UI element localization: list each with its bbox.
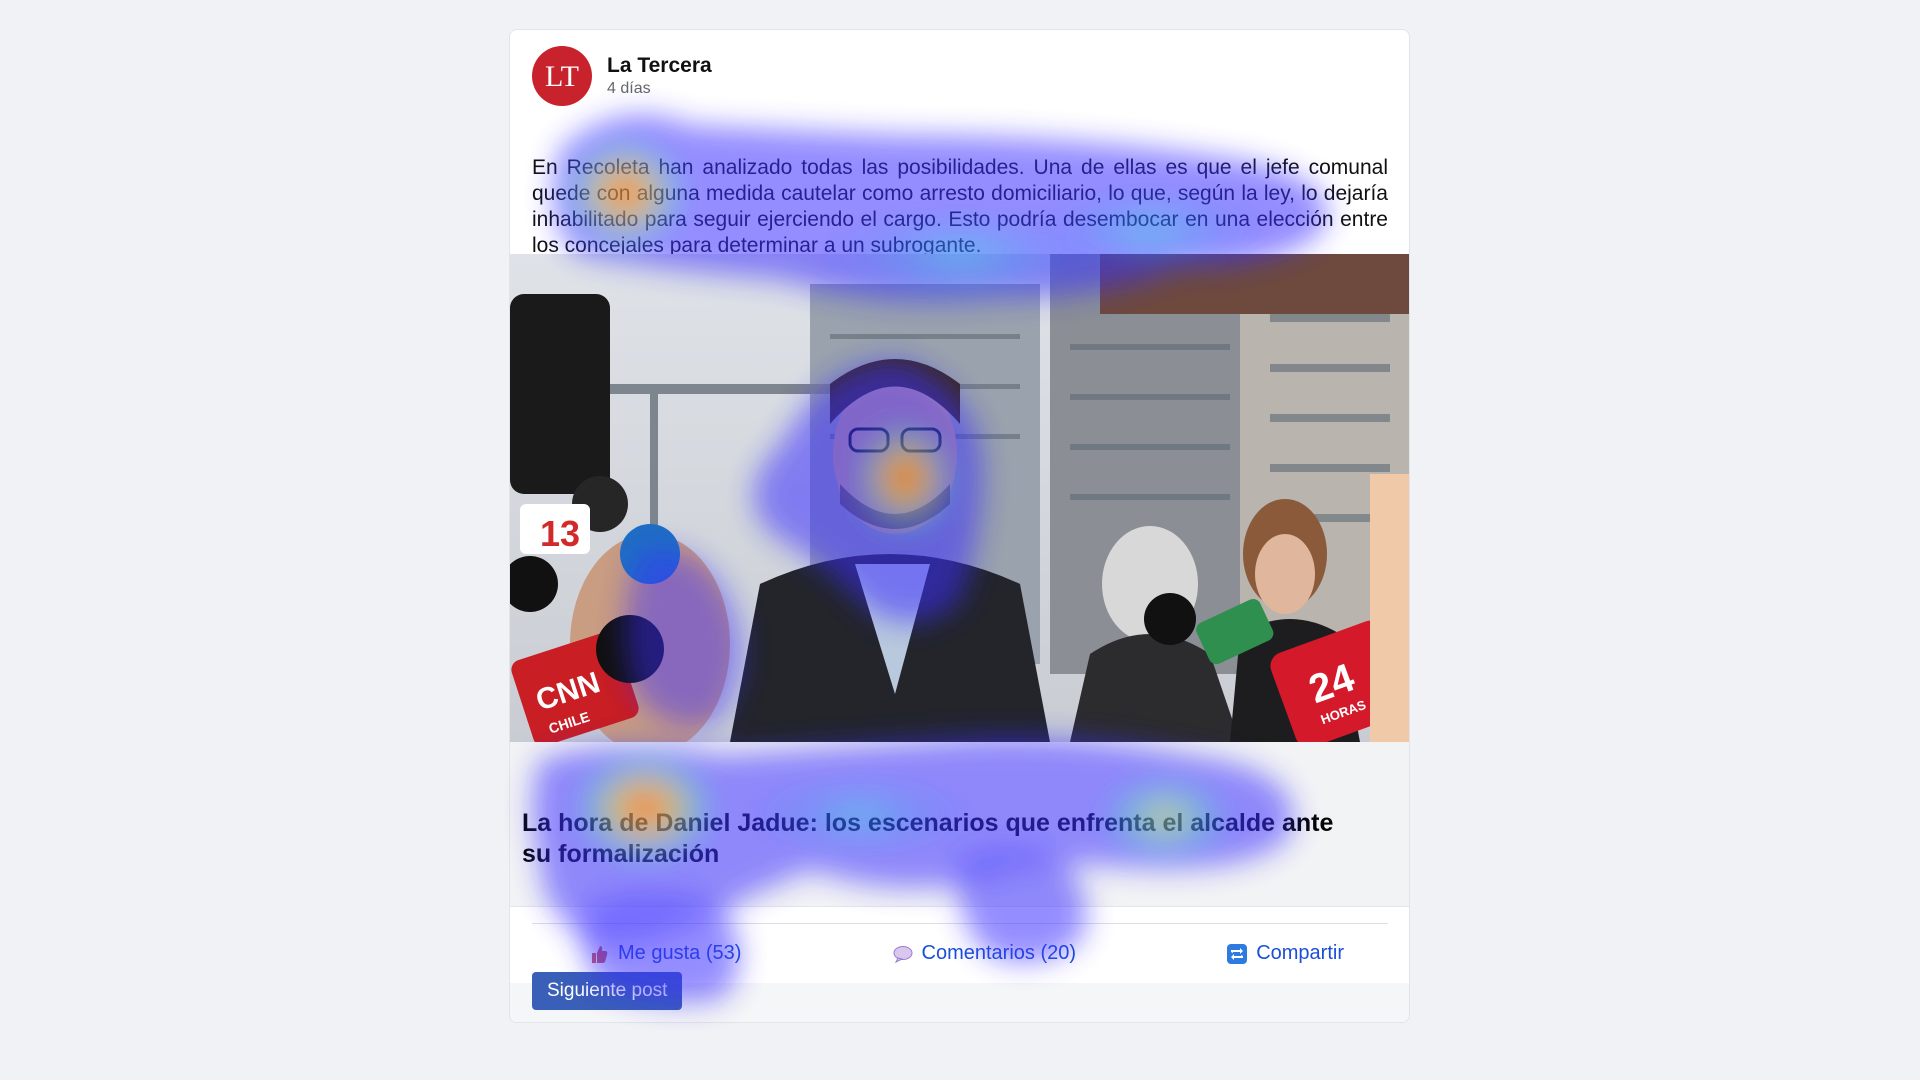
link-title[interactable]: La hora de Daniel Jadue: los escenarios … [522, 808, 1352, 870]
la-tercera-logo-icon: LT [534, 48, 590, 104]
next-post-button[interactable]: Siguiente post [532, 972, 683, 1010]
share-repeat-icon [1226, 943, 1248, 965]
share-button[interactable]: Compartir [1226, 942, 1344, 965]
comments-button[interactable]: Comentarios (20) [892, 942, 1077, 965]
screen: LT La Tercera 4 días En Recoleta han ana… [0, 0, 1920, 1080]
like-button[interactable]: Me gusta (53) [588, 942, 741, 965]
logo-text: LT [545, 60, 579, 93]
comments-label: Comentarios (20) [921, 942, 1077, 964]
post-text: En Recoleta han analizado todas las posi… [532, 156, 1388, 257]
thumbs-up-icon [588, 943, 610, 965]
share-label: Compartir [1256, 942, 1344, 964]
post-timestamp[interactable]: 4 días [607, 79, 712, 99]
header-text: La Tercera 4 días [607, 53, 712, 99]
post-header: LT La Tercera 4 días [532, 45, 712, 107]
page-name[interactable]: La Tercera [607, 53, 712, 79]
press-scrum-photo: 13 CNN CHILE 24 HORAS [510, 254, 1409, 742]
like-label: Me gusta (53) [618, 942, 742, 964]
post-card: LT La Tercera 4 días En Recoleta han ana… [509, 29, 1410, 1023]
link-preview[interactable]: La hora de Daniel Jadue: los escenarios … [510, 742, 1409, 907]
speech-bubble-icon [892, 943, 914, 965]
mic-13-text: 13 [540, 513, 580, 554]
page-avatar[interactable]: LT [532, 46, 592, 106]
link-preview-image[interactable]: 13 CNN CHILE 24 HORAS [510, 254, 1409, 742]
